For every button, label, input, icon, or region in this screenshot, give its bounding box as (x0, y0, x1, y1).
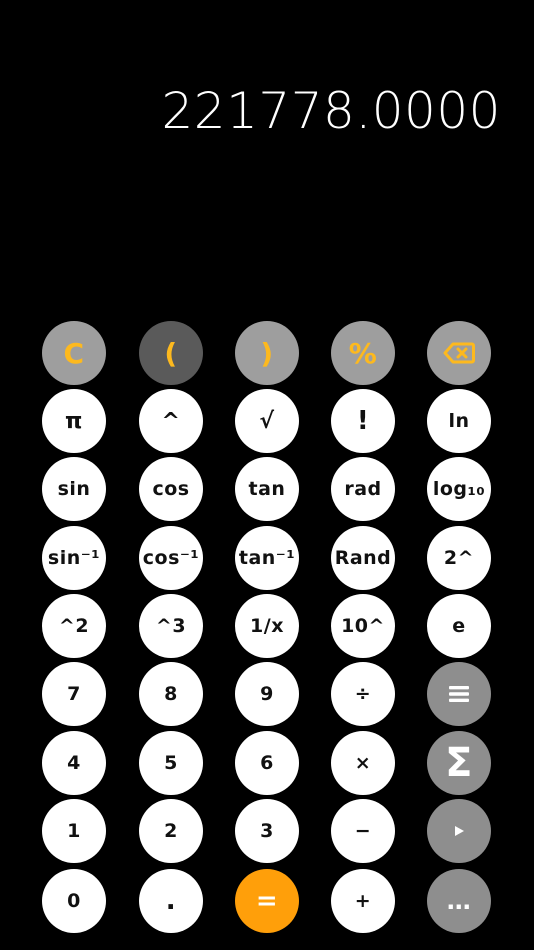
asin-button[interactable]: sin⁻¹ (42, 526, 106, 590)
digit-4-label: 4 (67, 752, 81, 774)
equals-button[interactable]: = (235, 869, 299, 933)
factorial-button[interactable]: ! (331, 389, 395, 453)
e-label: e (452, 615, 466, 637)
asin-label: sin⁻¹ (47, 547, 101, 569)
menu-button[interactable] (427, 662, 491, 726)
pi-button[interactable]: π (42, 389, 106, 453)
sigma-button[interactable]: Σ (427, 731, 491, 795)
digit-9-label: 9 (260, 683, 274, 705)
backspace-icon (443, 342, 475, 364)
sin-label: sin (57, 478, 91, 500)
log10-label: log₁₀ (432, 478, 486, 500)
ln-label: ln (448, 410, 470, 432)
square-label: ^2 (58, 615, 90, 637)
close-paren-button[interactable]: ) (235, 321, 299, 385)
percent-button[interactable]: % (331, 321, 395, 385)
digit-3-button[interactable]: 3 (235, 799, 299, 863)
play-icon (453, 825, 465, 837)
play-button[interactable] (427, 799, 491, 863)
acos-button[interactable]: cos⁻¹ (139, 526, 203, 590)
digit-9-button[interactable]: 9 (235, 662, 299, 726)
divide-button[interactable]: ÷ (331, 662, 395, 726)
atan-button[interactable]: tan⁻¹ (235, 526, 299, 590)
minus-button[interactable]: − (331, 799, 395, 863)
rand-button[interactable]: Rand (331, 526, 395, 590)
digit-5-button[interactable]: 5 (139, 731, 203, 795)
decimal-point-button[interactable]: . (139, 869, 203, 933)
sqrt-button[interactable]: √ (235, 389, 299, 453)
digit-5-label: 5 (164, 752, 178, 774)
cube-label: ^3 (155, 615, 187, 637)
digit-0-label: 0 (67, 890, 81, 912)
open-paren-button[interactable]: ( (139, 321, 203, 385)
sin-button[interactable]: sin (42, 457, 106, 521)
factorial-label: ! (356, 406, 370, 436)
close-paren-label: ) (260, 336, 274, 370)
cube-button[interactable]: ^3 (139, 594, 203, 658)
reciprocal-button[interactable]: 1/x (235, 594, 299, 658)
multiply-label: × (354, 752, 372, 774)
decimal-point-label: . (165, 886, 177, 916)
digit-7-button[interactable]: 7 (42, 662, 106, 726)
acos-label: cos⁻¹ (142, 547, 200, 569)
rad-label: rad (344, 478, 382, 500)
digit-2-button[interactable]: 2 (139, 799, 203, 863)
power-button[interactable]: ^ (139, 389, 203, 453)
open-paren-label: ( (164, 336, 178, 370)
equals-label: = (255, 886, 279, 916)
e-button[interactable]: e (427, 594, 491, 658)
multiply-button[interactable]: × (331, 731, 395, 795)
keypad: C ( ) % π ^ √ ! ln sin cos tan rad log₁₀… (0, 0, 534, 950)
rand-label: Rand (334, 547, 392, 569)
tan-label: tan (248, 478, 286, 500)
digit-1-label: 1 (67, 820, 81, 842)
ln-button[interactable]: ln (427, 389, 491, 453)
menu-icon (448, 685, 470, 703)
two-pow-label: 2^ (443, 547, 475, 569)
clear-button[interactable]: C (42, 321, 106, 385)
sigma-icon: Σ (445, 740, 473, 786)
digit-8-label: 8 (164, 683, 178, 705)
log10-button[interactable]: log₁₀ (427, 457, 491, 521)
tan-button[interactable]: tan (235, 457, 299, 521)
digit-8-button[interactable]: 8 (139, 662, 203, 726)
backspace-button[interactable] (427, 321, 491, 385)
ten-pow-button[interactable]: 10^ (331, 594, 395, 658)
ten-pow-label: 10^ (341, 615, 385, 637)
digit-7-label: 7 (67, 683, 81, 705)
square-button[interactable]: ^2 (42, 594, 106, 658)
plus-button[interactable]: + (331, 869, 395, 933)
minus-label: − (354, 820, 372, 842)
reciprocal-label: 1/x (250, 615, 284, 637)
more-icon: … (446, 887, 472, 915)
pi-label: π (65, 408, 83, 434)
plus-label: + (354, 890, 372, 912)
digit-0-button[interactable]: 0 (42, 869, 106, 933)
rad-button[interactable]: rad (331, 457, 395, 521)
digit-1-button[interactable]: 1 (42, 799, 106, 863)
power-label: ^ (161, 408, 181, 434)
digit-3-label: 3 (260, 820, 274, 842)
digit-2-label: 2 (164, 820, 178, 842)
clear-label: C (63, 336, 85, 370)
divide-label: ÷ (354, 683, 372, 705)
two-pow-button[interactable]: 2^ (427, 526, 491, 590)
digit-6-button[interactable]: 6 (235, 731, 299, 795)
digit-4-button[interactable]: 4 (42, 731, 106, 795)
digit-6-label: 6 (260, 752, 274, 774)
more-button[interactable]: … (427, 869, 491, 933)
atan-label: tan⁻¹ (238, 547, 296, 569)
percent-label: % (348, 336, 378, 370)
cos-button[interactable]: cos (139, 457, 203, 521)
cos-label: cos (152, 478, 190, 500)
sqrt-label: √ (259, 408, 275, 434)
